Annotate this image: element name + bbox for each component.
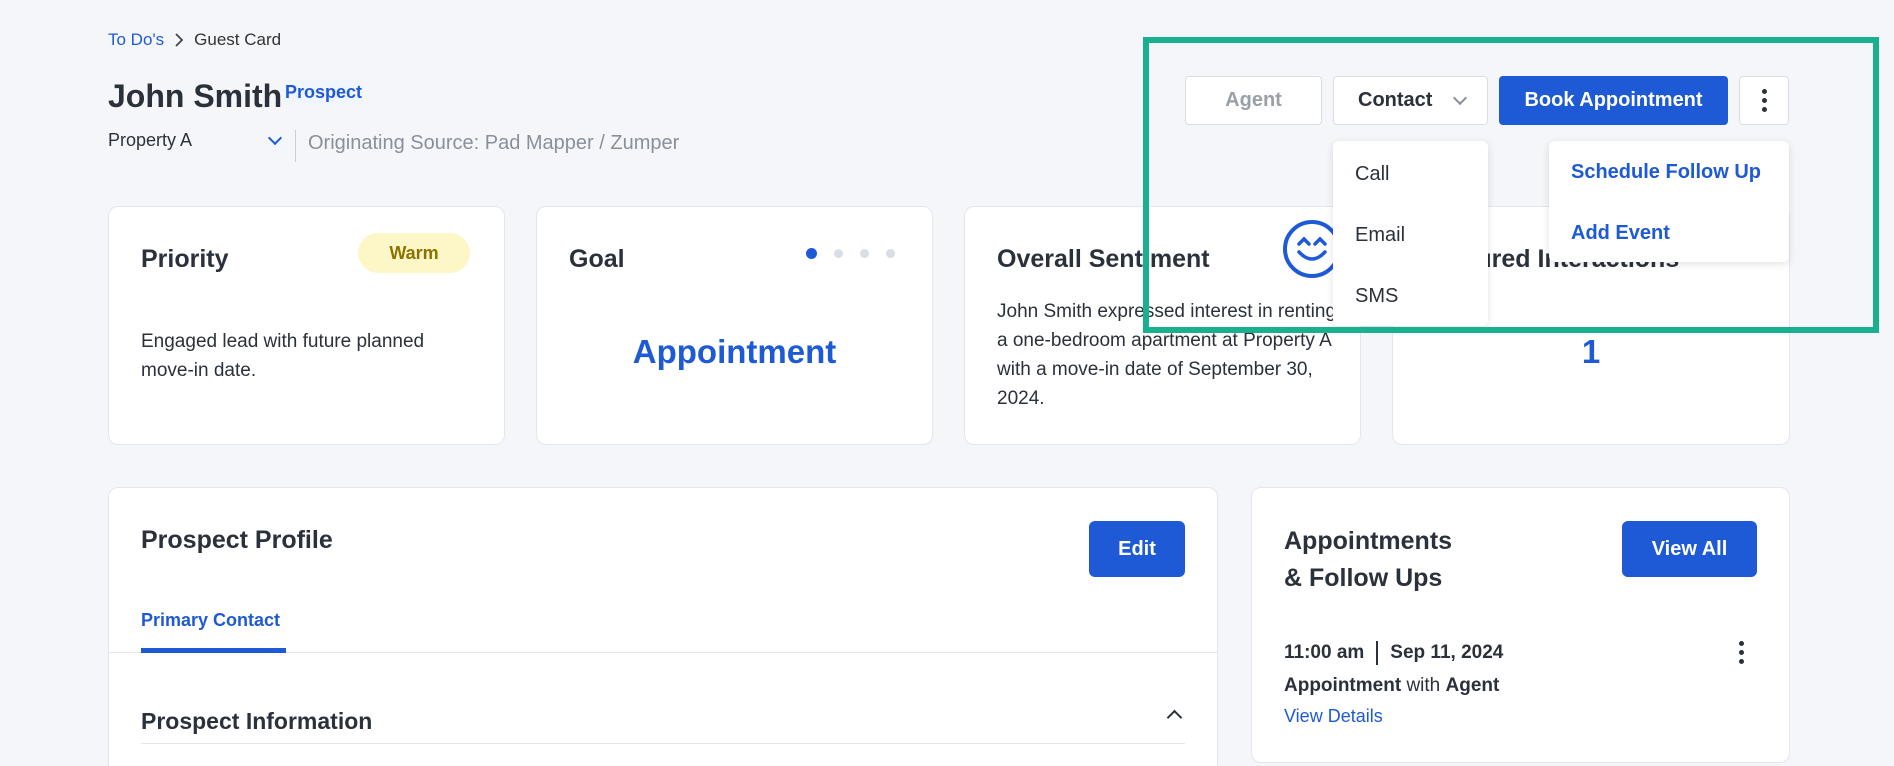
appointment-datetime: 11:00 am Sep 11, 2024 <box>1284 641 1503 665</box>
priority-title: Priority <box>141 245 229 273</box>
goal-card: Goal <box>536 206 933 445</box>
appointment-type: Appointment <box>1284 675 1402 696</box>
goal-value: Appointment <box>632 333 837 370</box>
appointment-date: Sep 11, 2024 <box>1390 642 1504 663</box>
property-select-value: Property A <box>108 130 193 150</box>
appointments-title: Appointments & Follow Ups <box>1284 523 1504 597</box>
section-title[interactable]: Prospect Information <box>141 708 372 735</box>
appointment-description: Appointment with Agent <box>1284 675 1499 697</box>
divider <box>141 743 1185 744</box>
interactions-count: 1 <box>1581 333 1601 370</box>
tab-primary-contact[interactable]: Primary Contact <box>141 610 280 631</box>
kebab-dot <box>1739 650 1744 655</box>
breadcrumb: To Do's Guest Card <box>108 30 281 50</box>
appointments-title-line1: Appointments <box>1284 527 1453 555</box>
appointments-title-line2: & Follow Ups <box>1284 564 1443 592</box>
highlight-box <box>1143 37 1879 333</box>
separator <box>1376 641 1379 665</box>
page-title: John Smith <box>108 78 283 114</box>
divider <box>295 130 296 162</box>
originating-source: Originating Source: Pad Mapper / Zumper <box>308 132 680 154</box>
kebab-dot <box>1739 659 1744 664</box>
appointment-more-button[interactable] <box>1739 641 1744 664</box>
property-select[interactable]: Property A <box>108 130 288 151</box>
priority-description: Engaged lead with future planned move-in… <box>141 331 425 381</box>
view-details-link[interactable]: View Details <box>1284 706 1383 727</box>
kebab-icon <box>1739 641 1744 646</box>
progress-dot <box>834 249 843 258</box>
progress-dot-active <box>806 248 817 259</box>
appointment-time: 11:00 am <box>1284 642 1365 663</box>
profile-title: Prospect Profile <box>141 526 333 554</box>
edit-button[interactable]: Edit <box>1089 521 1185 577</box>
goal-progress-dots <box>806 248 895 259</box>
chevron-right-icon <box>175 33 184 47</box>
goal-title: Goal <box>569 245 625 273</box>
priority-badge: Warm <box>358 233 470 273</box>
breadcrumb-current: Guest Card <box>194 30 282 49</box>
chevron-down-icon <box>267 130 283 145</box>
progress-dot <box>886 249 895 258</box>
view-all-button[interactable]: View All <box>1622 521 1757 577</box>
tab-active-indicator <box>141 648 286 653</box>
progress-dot <box>860 249 869 258</box>
appointment-with-word: with <box>1406 675 1441 696</box>
appointment-with: Agent <box>1445 675 1500 696</box>
status-badge: Prospect <box>283 80 365 105</box>
breadcrumb-link-todos[interactable]: To Do's <box>108 30 164 50</box>
